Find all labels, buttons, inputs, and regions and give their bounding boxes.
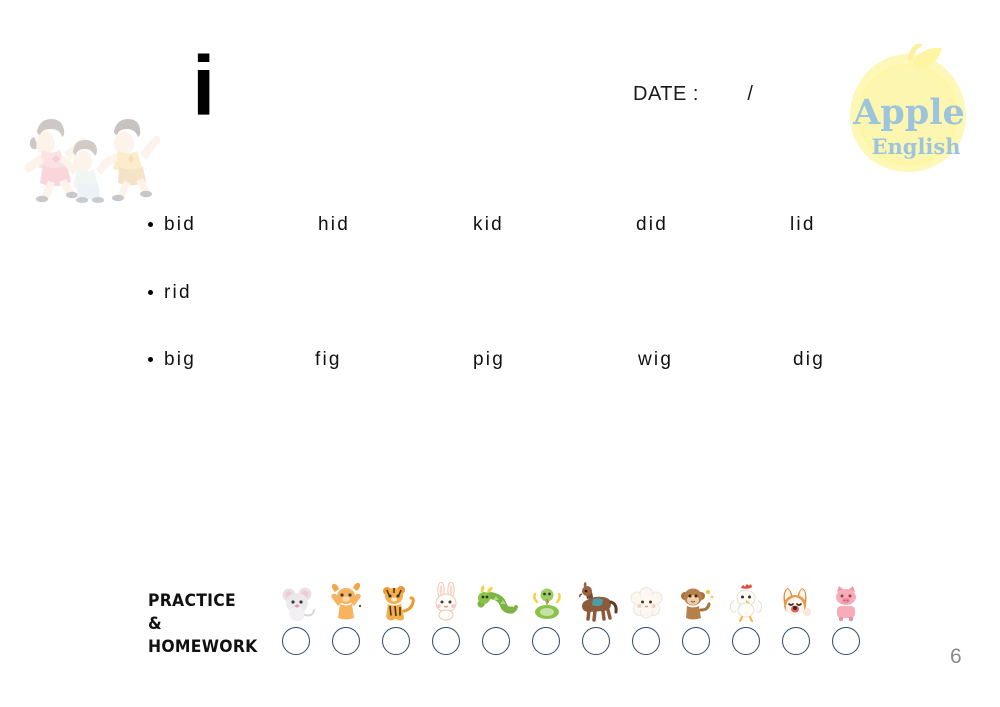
label-line-1: PRACTICE bbox=[148, 591, 236, 611]
sticker-cell-tiger bbox=[375, 582, 419, 667]
logo-text-apple: Apple bbox=[852, 92, 965, 133]
tiger-sticker-icon bbox=[375, 582, 419, 622]
sticker-cell-rabbit bbox=[425, 582, 469, 667]
pig-sticker-icon bbox=[825, 582, 869, 622]
sticker-cell-monkey bbox=[675, 582, 719, 667]
snake-sticker-icon bbox=[525, 582, 569, 622]
homework-checkbox[interactable] bbox=[682, 627, 710, 655]
bullet-icon bbox=[148, 357, 153, 362]
word-row: rid bbox=[148, 279, 928, 309]
sticker-cell-sheep bbox=[625, 582, 669, 667]
word-item: pig bbox=[473, 349, 505, 370]
homework-checkbox[interactable] bbox=[532, 627, 560, 655]
dog-sticker-icon bbox=[775, 582, 819, 622]
homework-checkbox[interactable] bbox=[732, 627, 760, 655]
logo-text-english: English bbox=[871, 134, 960, 159]
word-item: kid bbox=[473, 214, 504, 235]
ox-sticker-icon bbox=[325, 582, 369, 622]
homework-checkbox[interactable] bbox=[482, 627, 510, 655]
homework-checkbox[interactable] bbox=[432, 627, 460, 655]
sticker-cell-rooster bbox=[725, 582, 769, 667]
label-line-2: & bbox=[148, 614, 162, 634]
word-item: did bbox=[636, 214, 668, 235]
sticker-cell-snake bbox=[525, 582, 569, 667]
word-item: fig bbox=[315, 349, 342, 370]
homework-checkbox[interactable] bbox=[632, 627, 660, 655]
rooster-sticker-icon bbox=[725, 582, 769, 622]
horse-sticker-icon bbox=[575, 582, 619, 622]
sticker-cell-pig bbox=[825, 582, 869, 667]
word-row: bid hid kid did lid bbox=[148, 211, 928, 241]
word-item: lid bbox=[790, 214, 816, 235]
homework-checkbox[interactable] bbox=[282, 627, 310, 655]
sticker-cell-horse bbox=[575, 582, 619, 667]
sheep-sticker-icon bbox=[625, 582, 669, 622]
dragon-sticker-icon bbox=[475, 582, 519, 622]
homework-checkbox[interactable] bbox=[582, 627, 610, 655]
homework-checkbox[interactable] bbox=[382, 627, 410, 655]
sticker-cell-mouse bbox=[275, 582, 319, 667]
jumping-kids-illustration bbox=[12, 103, 161, 203]
practice-homework-label: PRACTICE & HOMEWORK bbox=[148, 590, 268, 659]
bullet-icon bbox=[148, 222, 153, 227]
page-title: i bbox=[192, 39, 216, 133]
apple-english-logo: Apple English bbox=[838, 44, 980, 174]
sticker-cell-dragon bbox=[475, 582, 519, 667]
page-number: 6 bbox=[950, 645, 962, 668]
word-item: rid bbox=[164, 282, 192, 303]
word-item: big bbox=[164, 349, 196, 370]
zodiac-sticker-strip bbox=[273, 582, 873, 667]
rabbit-sticker-icon bbox=[425, 582, 469, 622]
word-item: bid bbox=[164, 214, 196, 235]
sticker-cell-ox bbox=[325, 582, 369, 667]
date-field[interactable]: DATE : / bbox=[633, 83, 753, 106]
bullet-icon bbox=[148, 290, 153, 295]
worksheet-page: i DATE : / Apple English bid hid kid did… bbox=[0, 0, 1000, 707]
homework-checkbox[interactable] bbox=[782, 627, 810, 655]
label-line-3: HOMEWORK bbox=[148, 637, 258, 657]
word-row: big fig pig wig dig bbox=[148, 346, 928, 376]
word-item: hid bbox=[318, 214, 350, 235]
sticker-cell-dog bbox=[775, 582, 819, 667]
word-item: wig bbox=[638, 349, 674, 370]
homework-checkbox[interactable] bbox=[332, 627, 360, 655]
mouse-sticker-icon bbox=[275, 582, 319, 622]
monkey-sticker-icon bbox=[675, 582, 719, 622]
homework-checkbox[interactable] bbox=[832, 627, 860, 655]
word-item: dig bbox=[793, 349, 825, 370]
